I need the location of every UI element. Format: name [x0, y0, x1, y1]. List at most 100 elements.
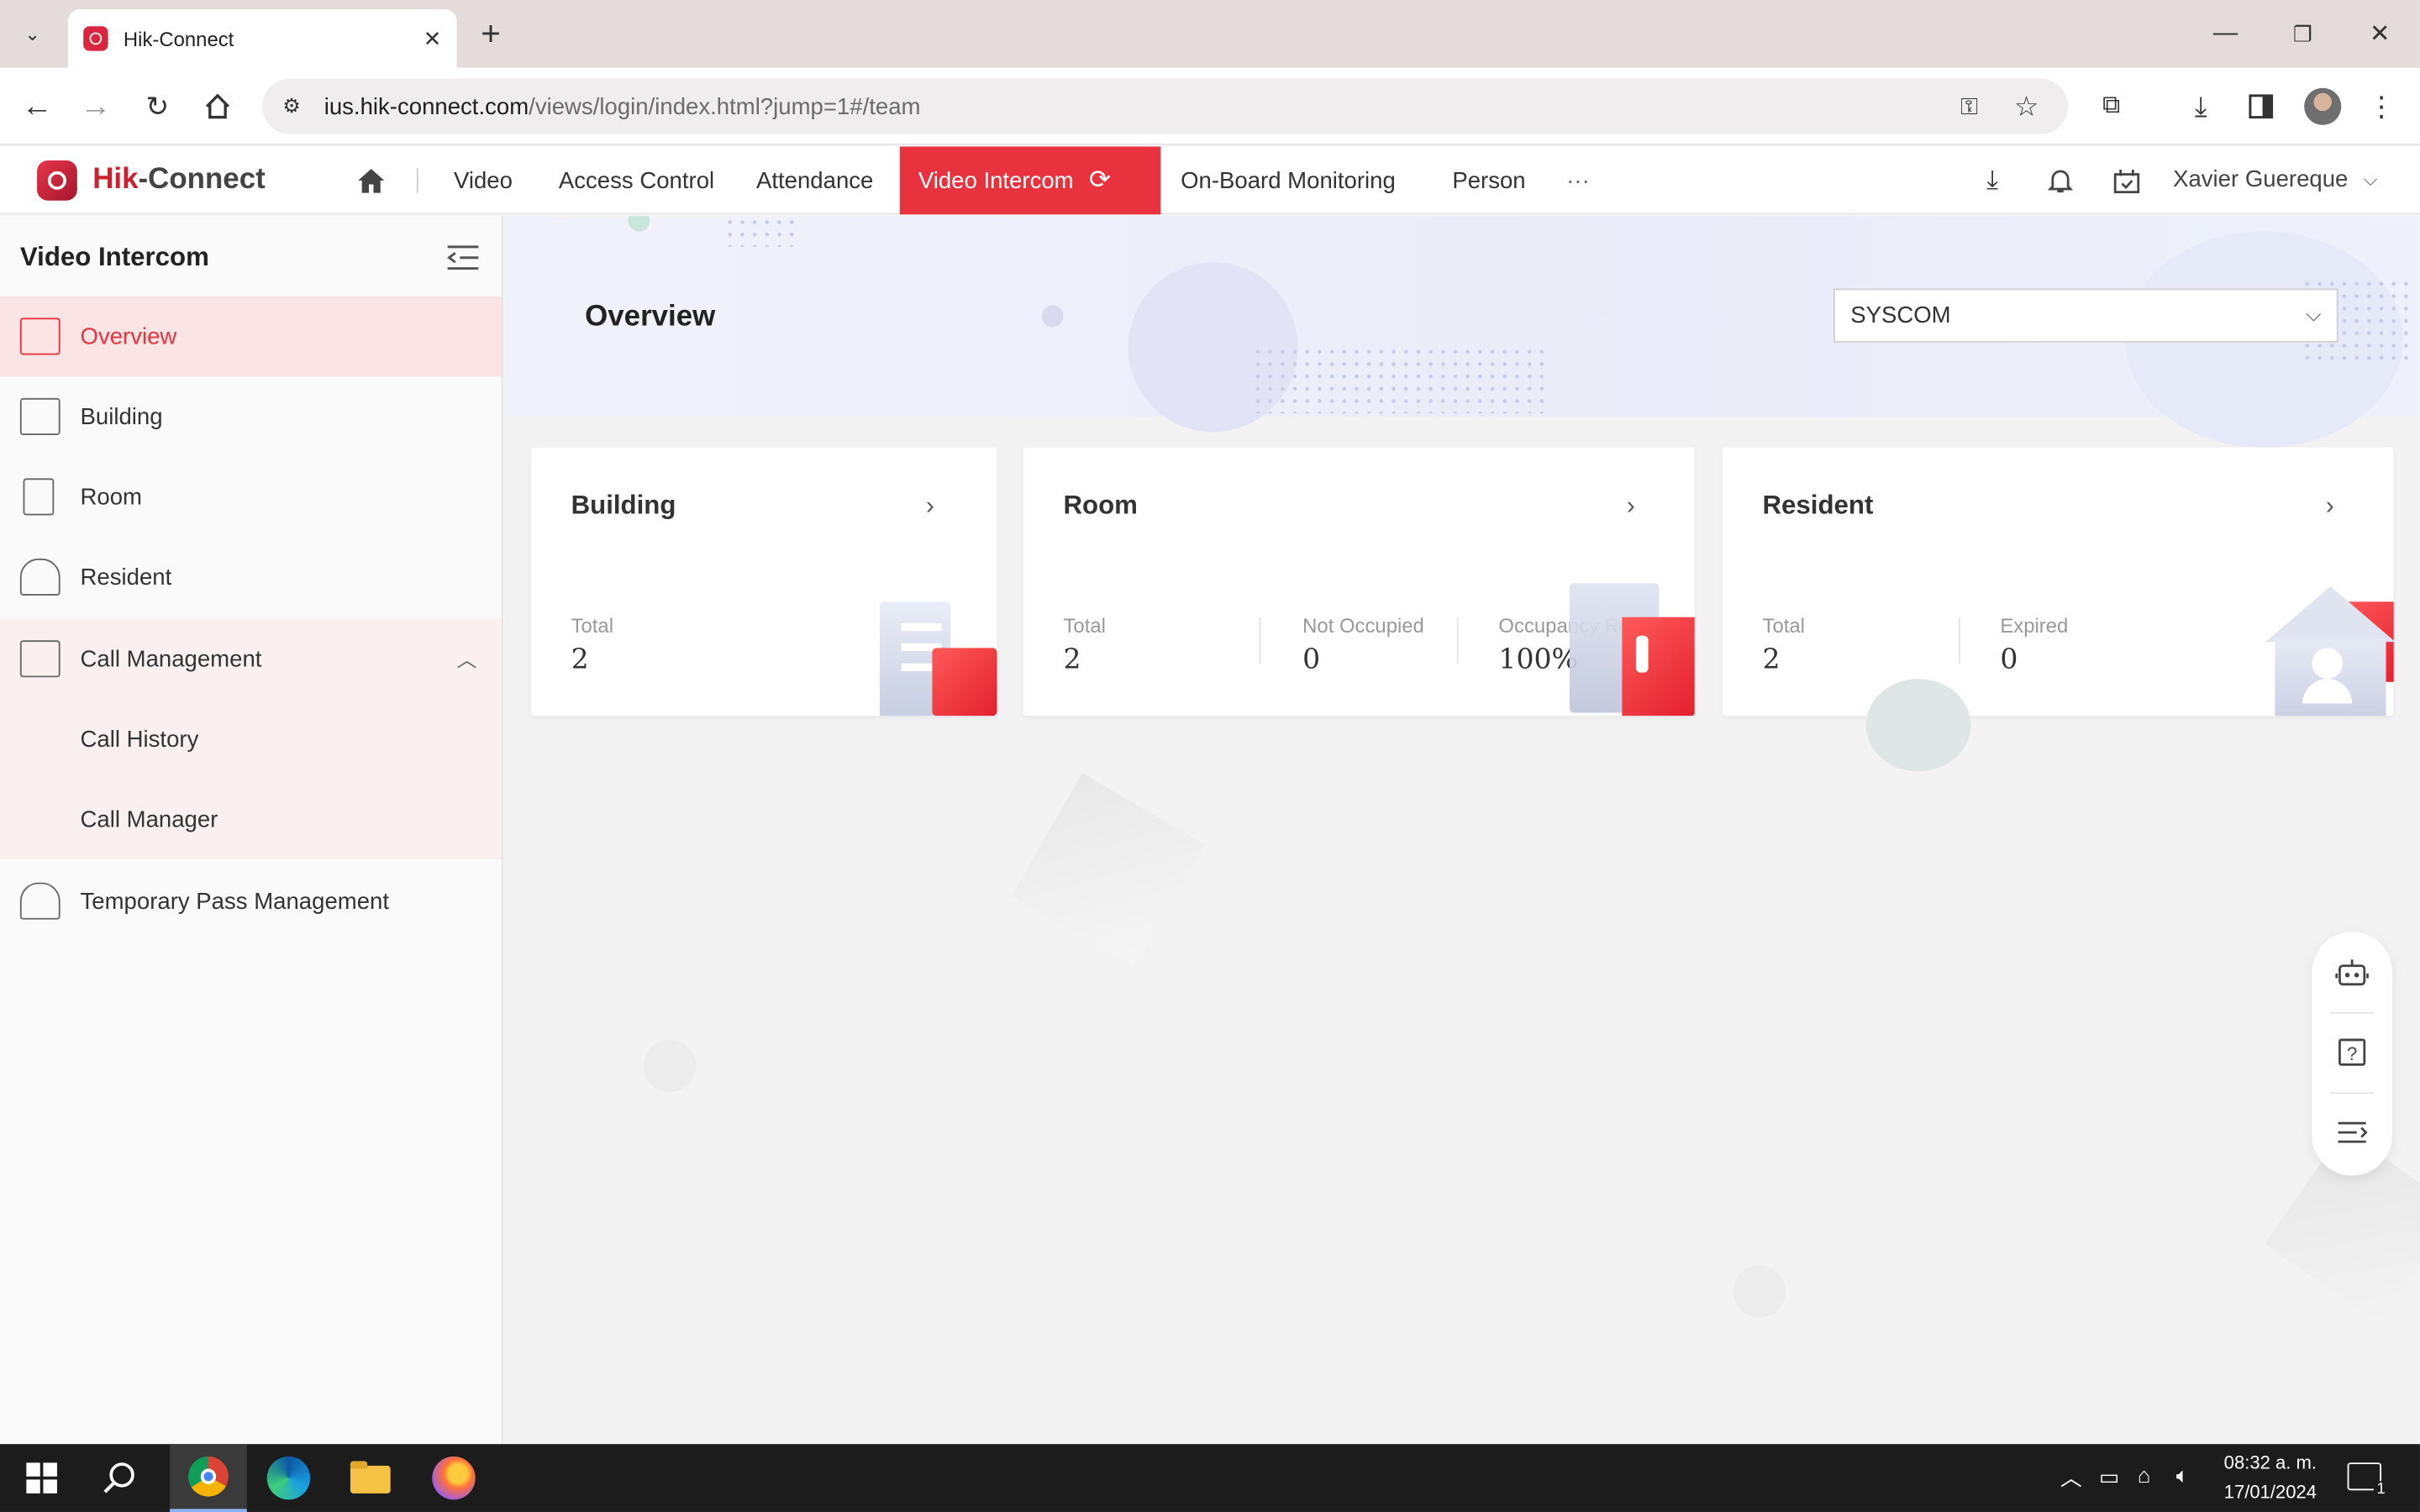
building-card[interactable]: Building › Total 2 — [530, 447, 997, 717]
download-center-icon[interactable]: ⤓ — [1974, 162, 2011, 199]
nav-person[interactable]: Person — [1452, 146, 1525, 214]
user-name: Xavier Guereque — [2173, 166, 2349, 193]
browser-menu-icon[interactable]: ⋮ — [2366, 88, 2397, 125]
resident-card[interactable]: Resident › Total 2 Expired 0 — [1722, 447, 2394, 717]
clock-time[interactable]: 08:32 a. m. — [2224, 1452, 2317, 1473]
nav-video[interactable]: Video — [454, 146, 513, 214]
sidebar-item-label: Overview — [80, 323, 177, 350]
bookmark-star-icon[interactable]: ☆ — [2011, 90, 2042, 122]
sidebar-item-building[interactable]: Building — [0, 376, 502, 457]
sidebar-item-resident[interactable]: Resident — [0, 537, 502, 617]
site-select-value: SYSCOM — [1850, 302, 1951, 329]
banner-decoration — [1041, 305, 1064, 328]
nav-more[interactable]: ··· — [1566, 146, 1590, 214]
collapse-toolbar-icon[interactable] — [2333, 1114, 2370, 1151]
room-not-occupied-value: 0 — [1302, 643, 1321, 676]
help-manual-icon[interactable]: ? — [2333, 1034, 2370, 1071]
sidebar-item-label: Resident — [80, 564, 172, 591]
notification-bell-icon[interactable] — [2042, 162, 2079, 199]
task-center-icon[interactable] — [2108, 162, 2145, 199]
chevron-right-icon[interactable]: › — [2326, 494, 2334, 522]
browser-toolbar: ← → ↻ ⚙ ius.hik-connect.com/views/login/… — [0, 67, 2420, 145]
chevron-right-icon[interactable]: › — [926, 494, 934, 522]
resident-total-label: Total — [1762, 614, 1805, 638]
room-icon — [23, 478, 55, 516]
restore-window-icon[interactable]: ❐ — [2284, 15, 2321, 52]
chrome-taskbar-icon[interactable] — [170, 1444, 247, 1512]
address-bar[interactable]: ⚙ ius.hik-connect.com/views/login/index.… — [262, 78, 2069, 134]
user-menu[interactable]: Xavier Guereque ⌵ — [2173, 166, 2377, 192]
reload-icon[interactable]: ↻ — [139, 88, 176, 125]
divider — [2330, 1092, 2374, 1095]
profile-avatar[interactable] — [2304, 87, 2342, 125]
file-explorer-icon[interactable] — [350, 1460, 393, 1497]
edge-taskbar-icon[interactable] — [266, 1456, 311, 1500]
sidebar-item-label: Room — [80, 483, 143, 511]
overview-icon — [19, 318, 60, 355]
divider — [1456, 617, 1459, 664]
chevron-right-icon[interactable]: › — [1627, 494, 1635, 522]
page-title: Overview — [585, 301, 716, 333]
forward-icon[interactable]: → — [77, 88, 114, 125]
sidebar-item-temporary-pass-management[interactable]: Temporary Pass Management — [0, 861, 502, 942]
sidebar-item-call-history[interactable]: Call History — [0, 699, 502, 780]
resident-icon — [19, 558, 60, 596]
hik-connect-logo-icon — [37, 160, 77, 201]
minimize-window-icon[interactable]: — — [2207, 15, 2244, 52]
nav-divider — [416, 168, 418, 193]
back-icon[interactable]: ← — [18, 88, 55, 125]
sidebar-item-call-management[interactable]: Call Management ︿ — [0, 618, 502, 700]
nav-on-board-monitoring[interactable]: On-Board Monitoring — [1181, 146, 1396, 214]
site-settings-icon[interactable]: ⚙ — [278, 92, 306, 120]
sidebar-title: Video Intercom — [19, 242, 209, 272]
downloads-icon[interactable]: ⤓ — [2182, 88, 2219, 125]
resident-total-value: 2 — [1762, 643, 1781, 676]
tab-search-button[interactable]: ⌄ — [13, 15, 53, 52]
refresh-icon[interactable]: ⟳ — [1089, 165, 1111, 197]
app-home-icon[interactable] — [352, 162, 389, 199]
sidebar-item-call-manager[interactable]: Call Manager — [0, 779, 502, 860]
sidebar-item-overview[interactable]: Overview — [0, 296, 502, 377]
divider — [2330, 1011, 2374, 1014]
password-key-icon[interactable]: ⚿ — [1954, 91, 1985, 122]
room-card[interactable]: Room › Total 2 Not Occupied 0 Occupancy … — [1023, 447, 1695, 717]
battery-icon[interactable]: ▭ — [2099, 1464, 2119, 1490]
nav-attendance[interactable]: Attendance — [756, 146, 873, 214]
browser-tab-bar: ⌄ Hik-Connect ✕ + — ❐ ✕ — [0, 0, 2420, 68]
windows-start-icon[interactable] — [22, 1460, 62, 1497]
side-panel-icon[interactable] — [2243, 88, 2280, 125]
app-header: Hik -Connect Video Access Control Attenda… — [0, 146, 2420, 215]
hik-connect-logo[interactable]: Hik -Connect — [37, 160, 266, 201]
clock-date[interactable]: 17/01/2024 — [2224, 1481, 2317, 1503]
firefox-taskbar-icon[interactable] — [432, 1456, 476, 1500]
search-icon[interactable] — [99, 1460, 142, 1497]
new-tab-button[interactable]: + — [472, 14, 509, 53]
building-icon — [19, 397, 60, 435]
robot-assistant-icon[interactable] — [2333, 953, 2370, 990]
room-total-value: 2 — [1063, 643, 1081, 676]
call-management-icon — [19, 640, 60, 678]
building-total-value: 2 — [571, 643, 589, 676]
home-icon[interactable] — [199, 88, 236, 125]
nav-access-control[interactable]: Access Control — [559, 146, 714, 214]
show-hidden-icons[interactable]: ︿ — [2060, 1462, 2082, 1494]
chevron-down-icon: ⌵ — [2306, 302, 2322, 326]
sidebar-item-room[interactable]: Room — [0, 457, 502, 538]
room-total-label: Total — [1063, 614, 1106, 638]
building-total-label: Total — [571, 614, 614, 638]
network-icon[interactable]: ⌂ — [2138, 1462, 2151, 1487]
close-tab-icon[interactable]: ✕ — [424, 25, 442, 51]
background-decoration — [1733, 1265, 1786, 1318]
browser-tab[interactable]: Hik-Connect ✕ — [67, 9, 457, 68]
sidebar-item-label: Call History — [80, 726, 199, 753]
close-window-icon[interactable]: ✕ — [2361, 15, 2398, 52]
resident-expired-label: Expired — [2000, 614, 2069, 638]
logo-text-connect: -Connect — [138, 163, 266, 197]
extensions-icon[interactable]: ⧉ — [2093, 88, 2130, 125]
volume-icon[interactable]: 🔈︎ — [2176, 1462, 2189, 1488]
site-select[interactable]: SYSCOM ⌵ — [1833, 288, 2338, 343]
building-card-title: Building — [571, 491, 676, 520]
collapse-sidebar-icon[interactable] — [445, 239, 481, 276]
nav-video-intercom[interactable]: Video Intercom ⟳ — [899, 146, 1161, 215]
sidebar: Video Intercom Overview Building Room Re… — [0, 216, 503, 1445]
